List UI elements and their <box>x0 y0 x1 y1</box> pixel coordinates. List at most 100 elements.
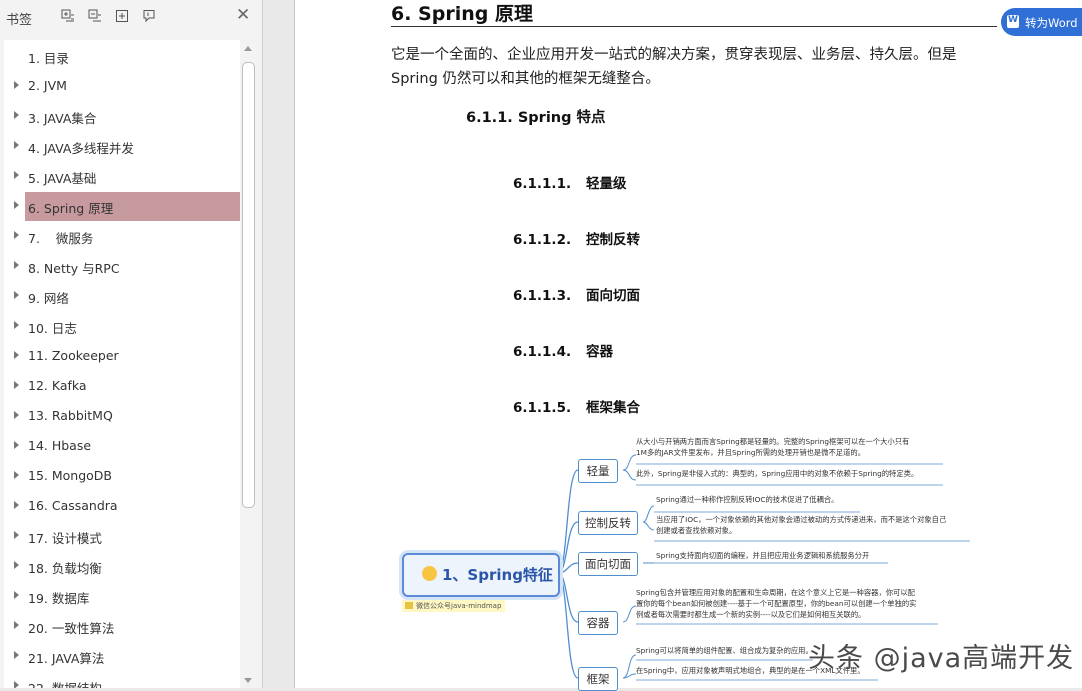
bookmark-panel-title: 书签 <box>6 13 33 28</box>
bookmark-item[interactable]: 4. JAVA多线程并发 <box>4 132 240 161</box>
bookmark-item[interactable]: 6. Spring 原理 <box>4 192 240 221</box>
bookmark-item-label: 13. RabbitMQ <box>28 408 113 423</box>
bookmark-item-label: 16. Cassandra <box>28 498 118 513</box>
feature-number: 6.1.1.2. <box>513 232 572 248</box>
bookmark-list: 1. 目录 2. JVM 3. JAVA集合 4. JAVA多线程并发 5. JAVA基… <box>4 40 240 688</box>
bookmark-item-label: 7. 微服务 <box>28 231 94 246</box>
expand-arrow-icon[interactable] <box>14 651 19 659</box>
bookmark-item-label: 1. 目录 <box>28 51 69 66</box>
bookmark-item[interactable]: 14. Hbase <box>4 432 240 461</box>
expand-arrow-icon[interactable] <box>14 561 19 569</box>
bookmark-item[interactable]: 16. Cassandra <box>4 492 240 521</box>
feature-heading: 6.1.1.5. 框架集合 <box>513 396 640 416</box>
expand-arrow-icon[interactable] <box>14 441 19 449</box>
expand-arrow-icon[interactable] <box>14 531 19 539</box>
expand-arrow-icon[interactable] <box>14 201 19 209</box>
mindmap-root-node: 1、Spring特征 <box>402 553 560 597</box>
feature-heading: 6.1.1.1. 轻量级 <box>513 172 627 192</box>
mindmap-leaf-text: Spring通过一种称作控制反转IOC的技术促进了低耦合。 <box>656 495 839 504</box>
bookmark-item[interactable]: 22. 数据结构 <box>4 672 240 688</box>
feature-heading: 6.1.1.3. 面向切面 <box>513 284 640 304</box>
feature-label: 面向切面 <box>586 288 640 304</box>
bookmark-panel: 书签 ✕ 1. 目录 2. JVM 3. JAVA集合 4. JAVA多线程并发 5. … <box>0 0 263 688</box>
bookmark-item-label: 10. 日志 <box>28 321 77 336</box>
bookmark-item[interactable]: 20. 一致性算法 <box>4 612 240 641</box>
bookmark-item[interactable]: 1. 目录 <box>4 42 240 71</box>
section-heading: 6. Spring 原理 <box>391 3 533 25</box>
bookmark-item[interactable]: 12. Kafka <box>4 372 240 401</box>
bookmark-item-label: 19. 数据库 <box>28 591 90 606</box>
bookmark-item[interactable]: 21. JAVA算法 <box>4 642 240 671</box>
bookmark-item-label: 6. Spring 原理 <box>28 201 114 216</box>
expand-arrow-icon[interactable] <box>14 261 19 269</box>
expand-arrow-icon[interactable] <box>14 81 19 89</box>
mindmap-leaf-text: Spring支持面向切面的编程，并且把应用业务逻辑和系统服务分开 <box>656 551 870 560</box>
mindmap-leaf-text: 当应用了IOC，一个对象依赖的其他对象会通过被动的方式传递进来，而不是这个对象自… <box>656 515 947 524</box>
bookmark-item[interactable]: 15. MongoDB <box>4 462 240 491</box>
bookmark-scrollbar[interactable] <box>241 40 256 688</box>
expand-arrow-icon[interactable] <box>14 171 19 179</box>
collapse-all-icon[interactable] <box>88 9 102 23</box>
bookmark-item[interactable]: 3. JAVA集合 <box>4 102 240 131</box>
feature-number: 6.1.1.1. <box>513 176 572 192</box>
heading-rule <box>391 26 997 27</box>
bookmark-item-label: 21. JAVA算法 <box>28 651 105 666</box>
expand-arrow-icon[interactable] <box>14 411 19 419</box>
mindmap-leaf-text: 从大小与开销两方面而言Spring都是轻量的。完整的Spring框架可以在一个大… <box>636 437 910 446</box>
scroll-down-arrow-icon[interactable] <box>244 678 252 683</box>
feature-heading: 6.1.1.4. 容器 <box>513 340 613 360</box>
subsection-heading: 6.1.1. Spring 特点 <box>466 110 606 126</box>
bookmark-item[interactable]: 7. 微服务 <box>4 222 240 251</box>
mindmap-leaf-text: Spring可以将简单的组件配置、组合成为复杂的应用。 <box>636 646 813 655</box>
expand-arrow-icon[interactable] <box>14 291 19 299</box>
feature-number: 6.1.1.5. <box>513 400 572 416</box>
smile-emoji-icon <box>422 566 437 581</box>
convert-to-word-button[interactable]: 转为Word <box>1001 8 1082 36</box>
bookmark-icon[interactable] <box>142 9 156 23</box>
bookmark-item-label: 3. JAVA集合 <box>28 111 97 126</box>
bookmark-item[interactable]: 11. Zookeeper <box>4 342 240 371</box>
bookmark-item-label: 5. JAVA基础 <box>28 171 97 186</box>
expand-arrow-icon[interactable] <box>14 351 19 359</box>
expand-arrow-icon[interactable] <box>14 141 19 149</box>
expand-arrow-icon[interactable] <box>14 231 19 239</box>
convert-to-word-label: 转为Word <box>1025 16 1078 30</box>
expand-arrow-icon[interactable] <box>14 381 19 389</box>
bookmark-item-label: 8. Netty 与RPC <box>28 261 120 276</box>
bookmark-item[interactable]: 5. JAVA基础 <box>4 162 240 191</box>
expand-arrow-icon[interactable] <box>14 321 19 329</box>
expand-arrow-icon[interactable] <box>14 591 19 599</box>
expand-arrow-icon[interactable] <box>14 111 19 119</box>
bookmark-item-label: 18. 负载均衡 <box>28 561 102 576</box>
mindmap-branch-node: 框架 <box>578 667 618 691</box>
bookmark-item-label: 9. 网络 <box>28 291 69 306</box>
mindmap-branch-node: 容器 <box>578 611 618 635</box>
bookmark-item[interactable]: 13. RabbitMQ <box>4 402 240 431</box>
bookmark-item[interactable]: 9. 网络 <box>4 282 240 311</box>
bookmark-item[interactable]: 18. 负载均衡 <box>4 552 240 581</box>
feature-number: 6.1.1.4. <box>513 344 572 360</box>
bookmark-item[interactable]: 8. Netty 与RPC <box>4 252 240 281</box>
bookmark-item[interactable]: 2. JVM <box>4 72 240 101</box>
bookmark-item-label: 2. JVM <box>28 78 67 93</box>
scroll-up-arrow-icon[interactable] <box>244 46 252 51</box>
expand-arrow-icon[interactable] <box>14 501 19 509</box>
add-bookmark-icon[interactable] <box>115 9 129 23</box>
expand-all-icon[interactable] <box>61 9 75 23</box>
bookmark-item-label: 22. 数据结构 <box>28 678 102 688</box>
bookmark-item[interactable]: 10. 日志 <box>4 312 240 341</box>
intro-paragraph: 它是一个全面的、企业应用开发一站式的解决方案，贯穿表现层、业务层、持久层。但是 … <box>391 47 957 87</box>
expand-arrow-icon[interactable] <box>14 471 19 479</box>
expand-arrow-icon[interactable] <box>14 621 19 629</box>
expand-arrow-icon[interactable] <box>14 681 19 688</box>
bookmark-panel-header: 书签 ✕ <box>0 0 262 34</box>
feature-label: 框架集合 <box>586 400 640 416</box>
bookmark-item[interactable]: 19. 数据库 <box>4 582 240 611</box>
feature-label: 容器 <box>586 344 613 360</box>
bookmark-item-label: 11. Zookeeper <box>28 348 119 363</box>
scrollbar-thumb[interactable] <box>242 62 255 508</box>
mindmap-root-label: 1、Spring特征 <box>442 566 553 584</box>
bookmark-item-label: 4. JAVA多线程并发 <box>28 141 134 156</box>
bookmark-item[interactable]: 17. 设计模式 <box>4 522 240 551</box>
close-icon[interactable]: ✕ <box>236 7 250 24</box>
